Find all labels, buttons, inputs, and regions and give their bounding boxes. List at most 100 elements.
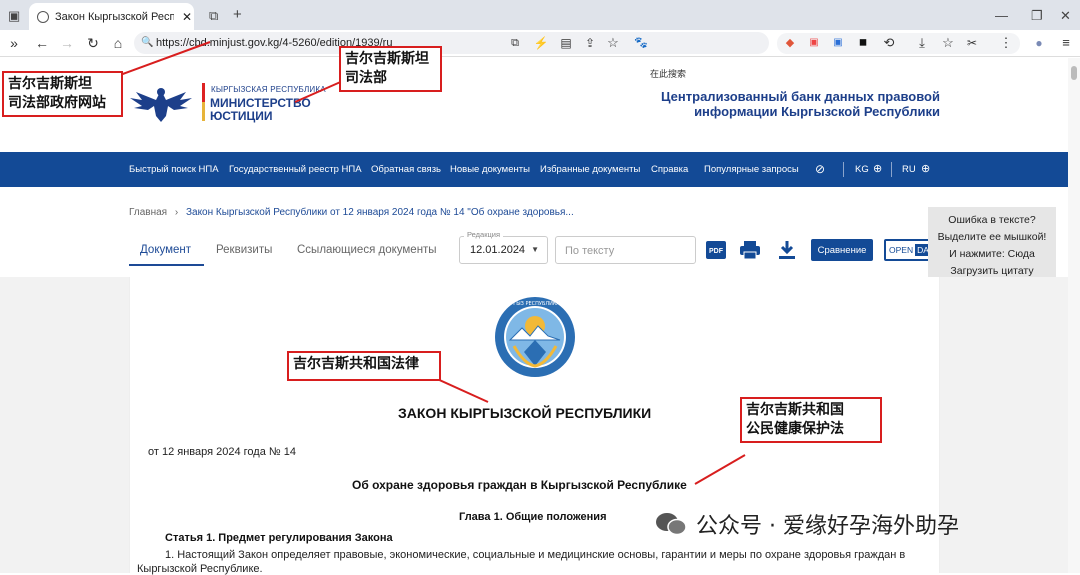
- visibility-off-icon[interactable]: ⊘: [815, 162, 825, 176]
- close-window-icon[interactable]: ✕: [1060, 8, 1071, 24]
- hamburger-menu-icon[interactable]: ≡: [1057, 35, 1075, 51]
- tab-document[interactable]: Документ: [140, 244, 191, 256]
- print-icon[interactable]: [739, 240, 761, 260]
- favorite-star-icon[interactable]: ☆: [604, 35, 622, 51]
- edition-select[interactable]: Редакция 12.01.2024 ▼: [459, 230, 548, 264]
- annotation-site: 吉尔吉斯斯坦 司法部政府网站: [2, 71, 123, 117]
- breadcrumb-separator: ›: [174, 207, 179, 218]
- more-menu-icon[interactable]: ⋮: [997, 35, 1015, 51]
- nav-divider: [843, 162, 844, 177]
- reader-icon[interactable]: ▤: [557, 35, 575, 51]
- minimize-icon[interactable]: —: [995, 8, 1008, 23]
- browser-toolbar: » ← → ↻ ⌂ 🔍 https://cbd.minjust.gov.kg/4…: [0, 30, 1080, 79]
- download-icon[interactable]: ⤓: [913, 35, 931, 51]
- nav-item-new-documents[interactable]: Новые документы: [450, 164, 530, 175]
- lang-kg[interactable]: KG: [855, 164, 869, 175]
- breadcrumb-current[interactable]: Закон Кыргызской Республики от 12 января…: [186, 207, 574, 218]
- nav-item-state-registry[interactable]: Государственный реестр НПА: [229, 164, 362, 175]
- tab-requisites[interactable]: Реквизиты: [216, 244, 272, 256]
- restore-icon[interactable]: ❐: [1031, 8, 1043, 24]
- nav-item-help[interactable]: Справка: [651, 164, 688, 175]
- search-engine-label[interactable]: 在此搜索: [650, 67, 686, 80]
- header-line2: информации Кыргызской Республики: [694, 104, 940, 119]
- active-tab-indicator: [129, 264, 204, 266]
- download-document-icon[interactable]: [776, 240, 798, 260]
- history-icon[interactable]: ⟲: [880, 35, 898, 51]
- sidebar-toggle-icon[interactable]: ▣: [8, 8, 20, 24]
- site-header-title: Централизованный банк данных правовой ин…: [640, 89, 940, 119]
- bookmarks-icon[interactable]: ☆: [939, 35, 957, 51]
- globe-icon: ⊕: [921, 163, 931, 175]
- annotation-law: 吉尔吉斯共和国法律: [287, 351, 441, 381]
- annotation-site-line1: 吉尔吉斯斯坦: [8, 76, 92, 92]
- emblem-text: КЫРГЫЗ РЕСПУБЛИКАСЫ: [502, 301, 568, 307]
- tab-referencing-documents[interactable]: Ссылающиеся документы: [297, 244, 437, 256]
- extension-diamond-icon[interactable]: ◆: [781, 35, 799, 51]
- lang-ru[interactable]: RU: [902, 164, 916, 175]
- nav-item-favorites[interactable]: Избранные документы: [540, 164, 640, 175]
- globe-icon: ⊕: [873, 163, 883, 175]
- doc-gutter-left: [0, 277, 129, 573]
- reload-icon[interactable]: ↻: [84, 35, 102, 51]
- nav-item-popular[interactable]: Популярные запросы: [704, 164, 799, 175]
- edition-value: 12.01.2024: [470, 244, 526, 256]
- forward-icon[interactable]: →: [58, 35, 76, 51]
- law-title: ЗАКОН КЫРГЫЗСКОЙ РЕСПУБЛИКИ: [398, 405, 652, 421]
- help-line2: Выделите ее мышкой!: [937, 231, 1047, 243]
- close-tab-icon[interactable]: ✕: [180, 10, 194, 24]
- main-nav: Быстрый поиск НПА Государственный реестр…: [0, 152, 1080, 187]
- open-data-label: OPEN: [889, 245, 914, 255]
- expand-icon[interactable]: »: [5, 35, 23, 51]
- nav-divider: [891, 162, 892, 177]
- logo-ministry: МИНИСТЕРСТВО ЮСТИЦИИ: [210, 97, 311, 123]
- extension-chart-icon[interactable]: ◼: [854, 35, 872, 51]
- paragraph-text-continued: Кыргызской Республике.: [137, 563, 263, 575]
- kyrgyz-emblem-icon: КЫРГЫЗ РЕСПУБЛИКАСЫ: [495, 297, 575, 377]
- profile-avatar-icon[interactable]: ●: [1030, 35, 1048, 51]
- home-icon[interactable]: ⌂: [109, 35, 127, 51]
- annotation-ministry-line1: 吉尔吉斯斯坦: [345, 51, 429, 67]
- translate-icon[interactable]: ⧉: [506, 35, 524, 51]
- scissors-icon[interactable]: ✂: [963, 35, 981, 51]
- chapter-heading: Глава 1. Общие положения: [459, 511, 607, 523]
- nav-item-feedback[interactable]: Обратная связь: [371, 164, 441, 175]
- site-info-icon[interactable]: 🔍: [141, 37, 153, 48]
- annotation-ministry-line2: 司法部: [345, 70, 387, 86]
- back-icon[interactable]: ←: [33, 35, 51, 51]
- error-report-box: Ошибка в тексте? Выделите ее мышкой! И н…: [928, 207, 1056, 285]
- extension-translate-icon[interactable]: ▣: [829, 35, 847, 51]
- paw-icon[interactable]: 🐾: [632, 35, 650, 51]
- doc-gutter-right: [940, 277, 1068, 573]
- text-search-input[interactable]: По тексту: [555, 236, 696, 264]
- law-subtitle: Об охране здоровья граждан в Кыргызской …: [352, 478, 687, 492]
- breadcrumb-home[interactable]: Главная: [129, 207, 167, 218]
- nav-item-quick-search[interactable]: Быстрый поиск НПА: [129, 164, 219, 175]
- compare-button[interactable]: Сравнение: [811, 239, 873, 261]
- logo-divider: [202, 83, 205, 121]
- annotation-ministry: 吉尔吉斯斯坦 司法部: [339, 46, 442, 92]
- annotation-health-line2: 公民健康保护法: [746, 421, 844, 437]
- logo-country: КЫРГЫЗСКАЯ РЕСПУБЛИКА: [211, 85, 326, 94]
- lightning-icon[interactable]: ⚡: [532, 35, 550, 51]
- share-icon[interactable]: ⇪: [581, 35, 599, 51]
- scrollbar[interactable]: [1068, 58, 1080, 573]
- paragraph-text: 1. Настоящий Закон определяет правовые, …: [165, 549, 906, 561]
- scrollbar-thumb[interactable]: [1071, 66, 1077, 80]
- pdf-icon[interactable]: PDF: [705, 240, 727, 260]
- address-bar[interactable]: 🔍 https://cbd.minjust.gov.kg/4-5260/edit…: [134, 32, 769, 54]
- law-date: от 12 января 2024 года № 14: [148, 446, 296, 458]
- new-tab-button[interactable]: +: [233, 6, 242, 23]
- pdf-icon-label: PDF: [709, 248, 724, 255]
- browser-tab[interactable]: Закон Кыргызской Республ ✕: [29, 3, 194, 30]
- ministry-eagle-logo-icon: [130, 88, 192, 122]
- annotation-site-line2: 司法部政府网站: [8, 95, 106, 111]
- article-heading: Статья 1. Предмет регулирования Закона: [165, 532, 393, 544]
- globe-icon: [37, 10, 49, 23]
- watermark-text: 公众号 · 爱缘好孕海外助孕: [696, 514, 959, 539]
- help-line3[interactable]: И нажмите: Сюда: [928, 246, 1056, 263]
- breadcrumb: Главная › Закон Кыргызской Республики от…: [129, 207, 574, 218]
- tab-group-icon[interactable]: ⧉: [209, 8, 218, 24]
- edition-label: Редакция: [464, 230, 504, 239]
- annotation-health-line1: 吉尔吉斯共和国: [746, 402, 844, 418]
- extension-pdf-icon[interactable]: ▣: [805, 35, 823, 51]
